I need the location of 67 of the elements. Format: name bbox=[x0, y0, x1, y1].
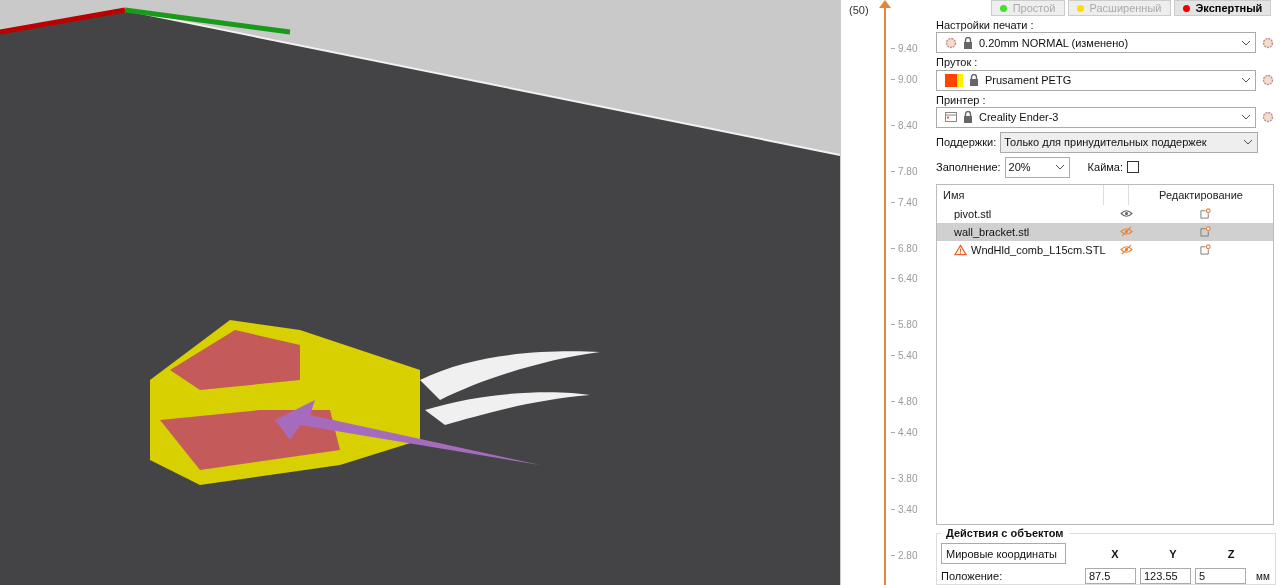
height-tick-label: 6.40 bbox=[898, 272, 918, 284]
chevron-icon bbox=[1243, 139, 1253, 146]
filament-dropdown[interactable]: Prusament PETG bbox=[936, 69, 1256, 91]
chevron-icon bbox=[1054, 164, 1065, 171]
infill-dropdown[interactable]: 20% bbox=[1004, 156, 1070, 178]
height-tick-label: 7.40 bbox=[898, 196, 918, 208]
height-tick-label: 6.80 bbox=[898, 242, 918, 254]
object-row[interactable]: wall_bracket.stl bbox=[937, 222, 1273, 241]
height-tick-label: 5.40 bbox=[898, 349, 918, 361]
height-tick-label: 3.40 bbox=[898, 503, 918, 515]
edit-icon[interactable] bbox=[1200, 208, 1211, 220]
3d-scene-drawing[interactable] bbox=[0, 0, 840, 585]
layer-count-label: (50) bbox=[849, 4, 869, 16]
settings-icon[interactable] bbox=[1262, 111, 1274, 124]
column-header[interactable]: Имя bbox=[937, 184, 1104, 205]
field-label: Кайма: bbox=[1087, 161, 1123, 174]
print-settings-dropdown[interactable]: 0.20mm NORMAL (изменено) bbox=[936, 32, 1256, 54]
group-title: Действия с объектом bbox=[941, 527, 1069, 539]
object-name: WndHld_comb_L15cm.STL bbox=[971, 243, 1106, 256]
column-header[interactable]: Редактирование bbox=[1128, 184, 1273, 205]
height-tick-label: 9.40 bbox=[898, 42, 918, 54]
eye-icon[interactable] bbox=[1119, 209, 1133, 219]
mode-tab[interactable]: Экспертный bbox=[1173, 0, 1272, 16]
chevron-icon bbox=[1241, 114, 1251, 121]
field-label: Пруток : bbox=[936, 56, 979, 70]
position-input[interactable]: 5 bbox=[1195, 568, 1246, 584]
lock-icon bbox=[963, 36, 973, 49]
position-input[interactable]: 87.5 bbox=[1085, 568, 1136, 584]
edit-icon[interactable] bbox=[1200, 244, 1211, 256]
unit-label: мм bbox=[1256, 570, 1270, 582]
hidden-eye-icon[interactable] bbox=[1119, 226, 1133, 238]
printer-dropdown[interactable]: Creality Ender-3 bbox=[936, 106, 1256, 128]
height-tick-label: 4.80 bbox=[898, 395, 918, 407]
field-label: Настройки печати : bbox=[936, 19, 1035, 33]
height-tick-label: 3.80 bbox=[898, 472, 918, 484]
brim-checkbox[interactable] bbox=[1127, 161, 1139, 174]
chevron-icon bbox=[1241, 77, 1251, 84]
field-label: Заполнение: bbox=[936, 161, 1001, 174]
supports-dropdown[interactable]: Только для принудительных поддержек bbox=[1000, 131, 1258, 153]
height-tick-label: 8.40 bbox=[898, 119, 918, 131]
slider-thumb-icon[interactable] bbox=[879, 0, 891, 8]
axis-label: X bbox=[1110, 547, 1120, 560]
printer-icon bbox=[945, 111, 957, 124]
chevron-icon bbox=[1241, 39, 1251, 46]
field-label: Принтер : bbox=[936, 93, 987, 107]
gear-icon bbox=[945, 36, 957, 49]
object-row[interactable]: WndHld_comb_L15cm.STL bbox=[937, 240, 1273, 259]
object-row[interactable]: pivot.stl bbox=[937, 204, 1273, 223]
field-label: Поддержки: bbox=[936, 136, 997, 149]
settings-icon[interactable] bbox=[1262, 36, 1274, 49]
settings-icon[interactable] bbox=[1262, 74, 1274, 87]
height-tick-label: 2.80 bbox=[898, 549, 918, 561]
height-tick-label: 7.80 bbox=[898, 165, 918, 177]
axis-label: Z bbox=[1226, 547, 1236, 560]
hidden-eye-icon[interactable] bbox=[1119, 244, 1133, 256]
axis-label: Y bbox=[1168, 547, 1178, 560]
lock-icon bbox=[969, 74, 979, 87]
object-name: pivot.stl bbox=[954, 207, 992, 220]
height-tick-label: 9.00 bbox=[898, 73, 918, 85]
height-tick-label: 5.80 bbox=[898, 318, 918, 330]
object-name: wall_bracket.stl bbox=[954, 225, 1030, 238]
height-tick-label: 4.40 bbox=[898, 426, 918, 438]
coordinate-system-dropdown[interactable]: Мировые координаты bbox=[941, 543, 1066, 564]
position-input[interactable]: 123.55 bbox=[1140, 568, 1191, 584]
edit-icon[interactable] bbox=[1200, 226, 1211, 238]
lock-icon bbox=[963, 111, 973, 124]
field-label: Положение: bbox=[941, 570, 1004, 582]
